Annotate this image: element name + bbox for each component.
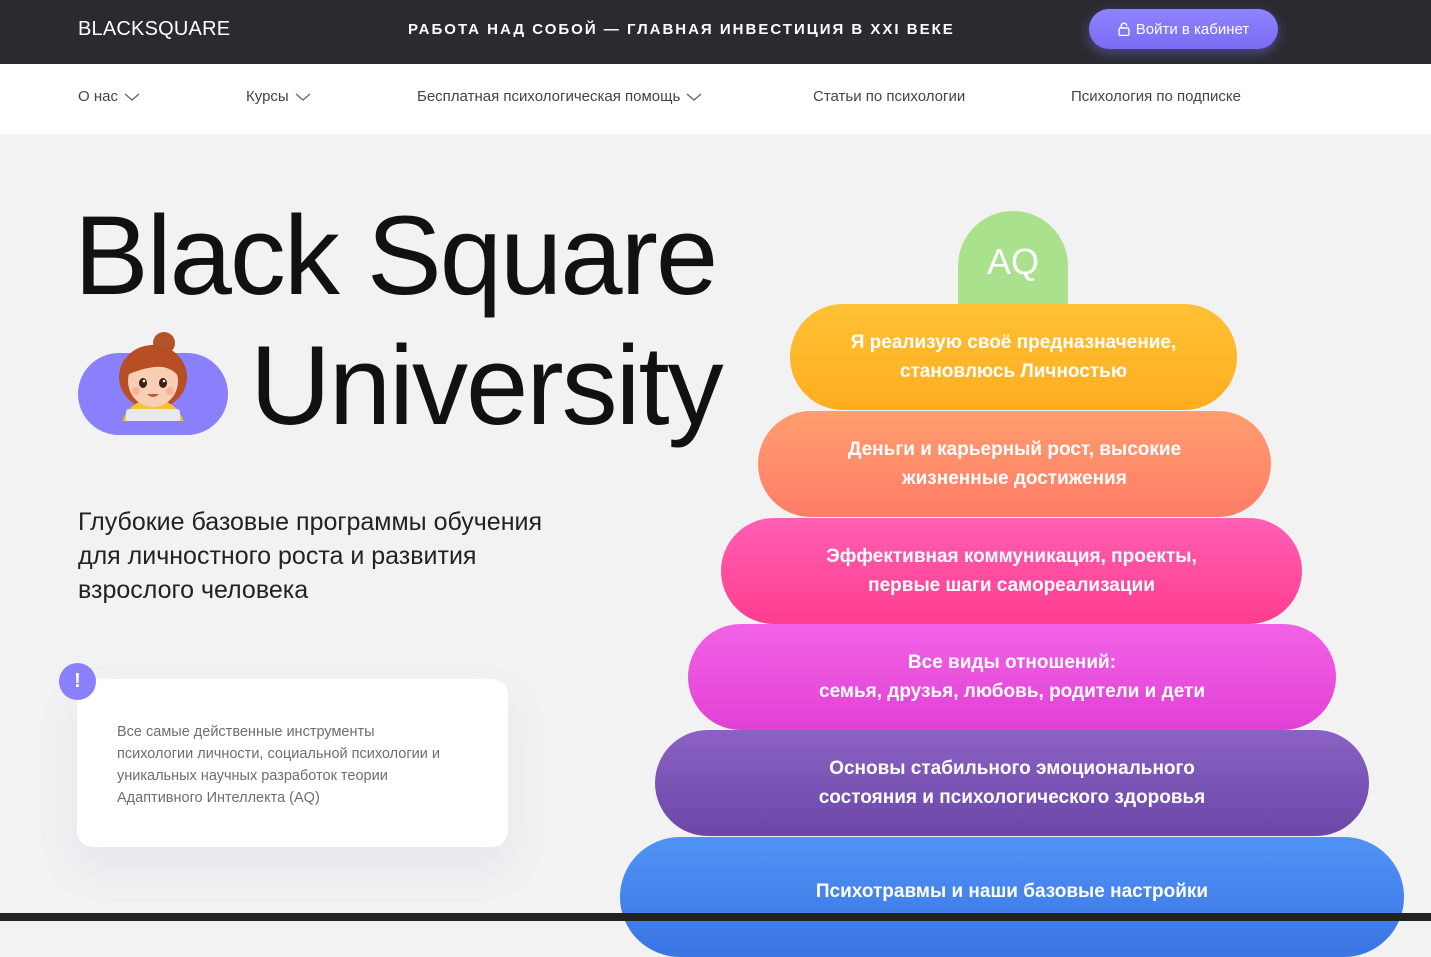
tier-line: Основы стабильного эмоционального [829, 758, 1195, 779]
tier-line: Все виды отношений: [907, 652, 1117, 673]
tier-line: семья, друзья, любовь, родители и дети [819, 681, 1205, 702]
info-line: Адаптивного Интеллекта (AQ) [117, 790, 320, 806]
info-line: уникальных научных разработок теории [117, 768, 388, 784]
nav-item-free-help[interactable]: Бесплатная психологическая помощь [417, 88, 702, 105]
subtitle-line: Глубокие базовые программы обучения [78, 508, 543, 536]
subtitle-line: для личностного роста и развития [78, 542, 477, 570]
lock-icon [1118, 22, 1130, 36]
nav-item-label: Психология по подписке [1071, 88, 1242, 105]
tier-line: становлюсь Личностью [899, 361, 1128, 382]
login-button-label: Войти в кабинет [1135, 20, 1250, 38]
tier-line: Психотравмы и наши базовые настройки [815, 881, 1209, 902]
info-card-text: Все самые действенные инструменты психол… [117, 721, 477, 809]
tier-line: Эффективная коммуникация, проекты, [826, 546, 1197, 567]
nav-item-label: О нас [78, 88, 118, 105]
chevron-down-icon [686, 93, 702, 101]
info-line: Все самые действенные инструменты [117, 724, 375, 740]
header-slogan: РАБОТА НАД СОБОЙ — ГЛАВНАЯ ИНВЕСТИЦИЯ В … [408, 21, 955, 38]
tier-line: Деньги и карьерный рост, высокие [847, 439, 1182, 460]
nav-item-label: Статьи по психологии [813, 88, 966, 105]
tier-line: первые шаги самореализации [868, 575, 1155, 596]
chevron-down-icon [124, 93, 140, 101]
avatar [78, 332, 228, 435]
chevron-down-icon [295, 93, 311, 101]
hero-title-line2: University [250, 323, 724, 448]
girl-avatar-icon [119, 332, 187, 421]
info-card: Все самые действенные инструменты психол… [77, 679, 508, 847]
pyramid-tier-5: Основы стабильного эмоционального состоя… [655, 730, 1369, 836]
nav-item-label: Курсы [246, 88, 289, 105]
top-bar: BLACKSQUARE РАБОТА НАД СОБОЙ — ГЛАВНАЯ И… [0, 0, 1431, 64]
nav-item-courses[interactable]: Курсы [246, 88, 311, 105]
login-button[interactable]: Войти в кабинет [1089, 9, 1278, 49]
main-nav: О нас Курсы Бесплатная психологическая п… [0, 64, 1431, 134]
tier-line: жизненные достижения [902, 468, 1127, 489]
subtitle-line: взрослого человека [78, 576, 309, 604]
pyramid-tier-4: Все виды отношений: семья, друзья, любов… [688, 624, 1336, 730]
pyramid-tier-1: Я реализую своё предназначение, становлю… [790, 304, 1237, 410]
nav-item-label: Бесплатная психологическая помощь [417, 88, 681, 105]
nav-item-about[interactable]: О нас [78, 88, 140, 105]
info-line: психологии личности, социальной психолог… [117, 746, 440, 762]
tier-line: состояния и психологического здоровья [818, 787, 1206, 808]
site-logo[interactable]: BLACKSQUARE [78, 18, 230, 41]
pyramid-tier-6: Психотравмы и наши базовые настройки [620, 837, 1404, 957]
tier-line: Я реализую своё предназначение, [850, 332, 1177, 353]
pyramid-tier-2: Деньги и карьерный рост, высокие жизненн… [758, 411, 1271, 517]
nav-item-subscription[interactable]: Психология по подписке [1071, 88, 1241, 105]
exclamation-icon: ! [59, 663, 96, 700]
pyramid-tier-3: Эффективная коммуникация, проекты, первы… [721, 518, 1302, 624]
bottom-strip [0, 913, 1431, 921]
hero-title-line1: Black Square [74, 193, 718, 318]
nav-item-articles[interactable]: Статьи по психологии [813, 88, 965, 105]
hero-subtitle: Глубокие базовые программы обучения для … [78, 505, 598, 607]
